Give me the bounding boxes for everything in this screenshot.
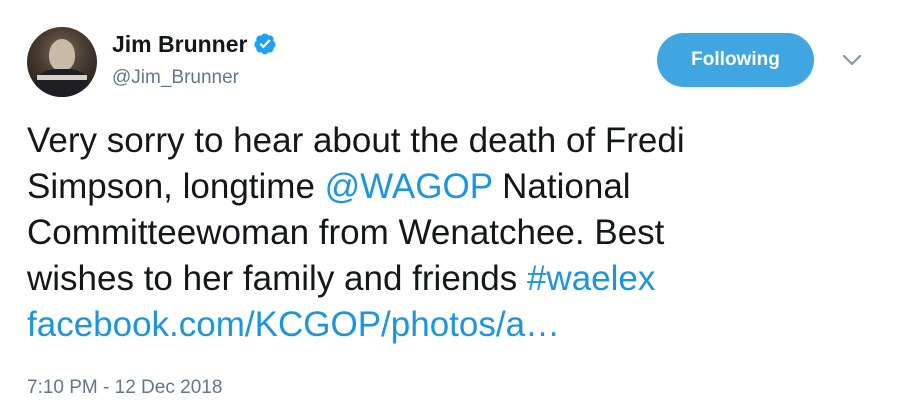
tweet-text-line1: Very sorry to hear about the death of Fr… — [27, 121, 685, 160]
tweet-text-segment: National — [492, 167, 631, 206]
url-link[interactable]: facebook.com/KCGOP/photos/a… — [27, 305, 560, 344]
tweet-text-line3: Committeewoman from Wenatchee. Best — [27, 213, 665, 252]
following-button[interactable]: Following — [657, 33, 814, 87]
author-name-row: Jim Brunner — [112, 30, 277, 58]
tweet-text: Very sorry to hear about the death of Fr… — [27, 118, 887, 348]
following-button-label: Following — [691, 49, 780, 70]
avatar[interactable] — [27, 27, 97, 97]
mention-link[interactable]: @WAGOP — [325, 167, 493, 206]
author-name[interactable]: Jim Brunner — [112, 30, 247, 58]
tweet-text-segment: wishes to her family and friends — [27, 259, 527, 298]
verified-badge-icon — [253, 32, 277, 56]
tweet-timestamp[interactable]: 7:10 PM - 12 Dec 2018 — [27, 376, 222, 400]
tweet-card: Jim Brunner @Jim_Brunner Following Very … — [0, 0, 908, 420]
tweet-text-segment: Simpson, longtime — [27, 167, 325, 206]
chevron-down-icon[interactable] — [840, 50, 864, 70]
hashtag-link[interactable]: #waelex — [527, 259, 655, 298]
author-handle[interactable]: @Jim_Brunner — [112, 66, 239, 90]
